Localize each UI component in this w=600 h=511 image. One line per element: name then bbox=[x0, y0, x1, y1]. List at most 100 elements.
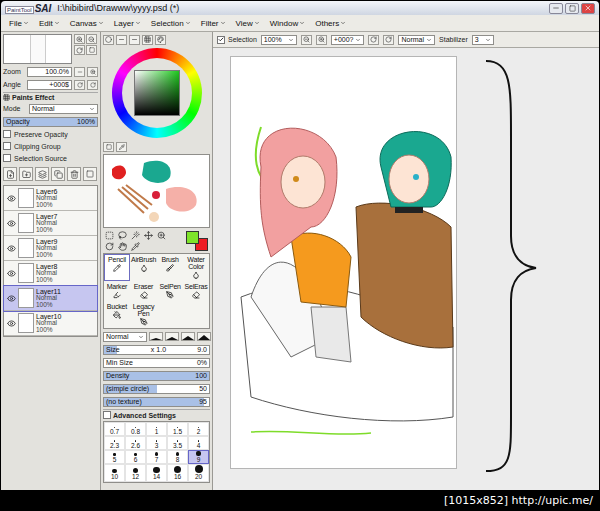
brush-size-preset[interactable]: 8 bbox=[167, 450, 188, 464]
brush-slider[interactable]: Min Size0% bbox=[103, 358, 210, 368]
reset-button[interactable] bbox=[86, 45, 97, 55]
zoom-field[interactable]: 100.0% bbox=[27, 67, 72, 77]
menu-item[interactable]: View bbox=[232, 18, 264, 29]
advanced-toggle[interactable] bbox=[103, 411, 111, 419]
tool-button[interactable]: Bucket bbox=[104, 301, 130, 328]
tool-button[interactable]: Eraser bbox=[130, 281, 157, 301]
visibility-toggle[interactable] bbox=[6, 268, 16, 278]
angle-dropdown[interactable]: +000? bbox=[331, 35, 365, 45]
zoom-out-button[interactable] bbox=[86, 34, 97, 44]
layer-row[interactable]: Layer8Normal100% bbox=[4, 261, 97, 286]
layer-mask-button[interactable] bbox=[83, 167, 97, 181]
menu-item[interactable]: Others bbox=[311, 18, 350, 29]
scratchpad-mode-button[interactable] bbox=[116, 142, 127, 152]
brush-size-preset[interactable]: 5 bbox=[104, 450, 125, 464]
checkbox[interactable] bbox=[3, 130, 11, 138]
selection-tool[interactable] bbox=[116, 230, 128, 240]
layer-row[interactable]: Layer6Normal100% bbox=[4, 186, 97, 211]
tool-button[interactable]: Legacy Pen bbox=[130, 301, 157, 328]
brush-mode-dropdown[interactable]: Normal bbox=[103, 332, 147, 342]
layer-set-button[interactable] bbox=[35, 167, 49, 181]
delete-layer-button[interactable] bbox=[67, 167, 81, 181]
mode-dropdown[interactable]: Normal bbox=[29, 104, 98, 114]
selection-tool[interactable] bbox=[129, 230, 141, 240]
menu-item[interactable]: Canvas bbox=[66, 18, 108, 29]
angle-right-button[interactable] bbox=[87, 80, 98, 90]
saturation-value-square[interactable] bbox=[134, 70, 180, 116]
selection-tool[interactable] bbox=[103, 241, 115, 251]
brush-slider[interactable]: (no texture)95 bbox=[103, 397, 210, 407]
brush-shape-button[interactable] bbox=[181, 332, 195, 341]
canvas[interactable] bbox=[230, 56, 457, 469]
selection-checkbox[interactable] bbox=[217, 36, 225, 44]
scratchpad-button[interactable] bbox=[155, 35, 166, 45]
toolbar-zoom-in[interactable] bbox=[316, 35, 327, 45]
zoom-minus-button[interactable] bbox=[74, 67, 85, 77]
toolbar-zoom-out[interactable] bbox=[301, 35, 312, 45]
toolbar-rotate-right[interactable] bbox=[383, 35, 394, 45]
tool-button[interactable]: Pencil bbox=[104, 254, 130, 281]
brush-slider[interactable]: Density100 bbox=[103, 371, 210, 381]
visibility-toggle[interactable] bbox=[6, 243, 16, 253]
selection-tool[interactable] bbox=[155, 230, 167, 240]
brush-shape-button[interactable] bbox=[197, 332, 211, 341]
foreground-swatch[interactable] bbox=[186, 231, 199, 244]
menu-item[interactable]: Edit bbox=[35, 18, 64, 29]
brush-size-preset[interactable]: 2 bbox=[188, 422, 209, 436]
brush-size-preset[interactable]: 3 bbox=[146, 436, 167, 450]
close-button[interactable] bbox=[581, 3, 595, 14]
brush-size-preset[interactable]: 12 bbox=[125, 464, 146, 482]
menu-item[interactable]: File bbox=[5, 18, 33, 29]
tool-button[interactable]: Water Color bbox=[183, 254, 209, 281]
visibility-toggle[interactable] bbox=[6, 193, 16, 203]
brush-size-preset[interactable]: 16 bbox=[167, 464, 188, 482]
brush-size-preset[interactable]: 0.8 bbox=[125, 422, 146, 436]
brush-size-preset[interactable]: 6 bbox=[125, 450, 146, 464]
visibility-toggle[interactable] bbox=[6, 318, 16, 328]
brush-size-preset[interactable]: 20 bbox=[188, 464, 209, 482]
menu-item[interactable]: Layer bbox=[110, 18, 145, 29]
brush-size-preset[interactable]: 1.5 bbox=[167, 422, 188, 436]
scratchpad-clear-button[interactable] bbox=[103, 142, 114, 152]
brush-size-preset[interactable]: 9 bbox=[188, 450, 209, 464]
visibility-toggle[interactable] bbox=[6, 293, 16, 303]
new-folder-button[interactable] bbox=[19, 167, 33, 181]
brush-slider[interactable]: Sizex 1.09.0 bbox=[103, 345, 210, 355]
hsv-button[interactable] bbox=[129, 35, 140, 45]
tool-button[interactable]: Marker bbox=[104, 281, 130, 301]
layer-row[interactable]: Layer9Normal100% bbox=[4, 236, 97, 261]
brush-size-preset[interactable]: 3.5 bbox=[167, 436, 188, 450]
checkbox[interactable] bbox=[3, 154, 11, 162]
layer-row[interactable]: Layer10Normal100% bbox=[4, 311, 97, 336]
menu-item[interactable]: Filter bbox=[197, 18, 230, 29]
color-wheel-button[interactable] bbox=[103, 35, 114, 45]
zoom-plus-button[interactable] bbox=[87, 67, 98, 77]
menu-item[interactable]: Window bbox=[266, 18, 309, 29]
brush-shape-button[interactable] bbox=[149, 332, 163, 341]
tool-button[interactable]: SelPen bbox=[157, 281, 183, 301]
paints-effect-header[interactable]: Paints Effect bbox=[3, 92, 98, 101]
selection-tool[interactable] bbox=[116, 241, 128, 251]
brush-size-preset[interactable]: 2.3 bbox=[104, 436, 125, 450]
copy-layer-button[interactable] bbox=[51, 167, 65, 181]
navigator-preview[interactable] bbox=[3, 34, 72, 64]
menu-item[interactable]: Selection bbox=[147, 18, 195, 29]
angle-left-button[interactable] bbox=[74, 80, 85, 90]
brush-size-preset[interactable]: 1 bbox=[146, 422, 167, 436]
brush-size-preset[interactable]: 10 bbox=[104, 464, 125, 482]
brush-size-preset[interactable]: 4 bbox=[188, 436, 209, 450]
brush-size-preset[interactable]: 2.6 bbox=[125, 436, 146, 450]
tool-button[interactable]: Brush bbox=[157, 254, 183, 281]
brush-size-preset[interactable]: 0.7 bbox=[104, 422, 125, 436]
angle-field[interactable]: +000$ bbox=[27, 80, 72, 90]
zoom-dropdown[interactable]: 100% bbox=[261, 35, 297, 45]
opacity-slider[interactable]: Opacity100% bbox=[3, 117, 98, 127]
selection-tool[interactable] bbox=[103, 230, 115, 240]
rgb-button[interactable] bbox=[116, 35, 127, 45]
brush-slider[interactable]: (simple circle)50 bbox=[103, 384, 210, 394]
visibility-toggle[interactable] bbox=[6, 218, 16, 228]
stabilizer-dropdown[interactable]: 3 bbox=[472, 35, 494, 45]
rotate-button[interactable] bbox=[74, 45, 85, 55]
maximize-button[interactable] bbox=[565, 3, 579, 14]
layer-row[interactable]: Layer7Normal100% bbox=[4, 211, 97, 236]
